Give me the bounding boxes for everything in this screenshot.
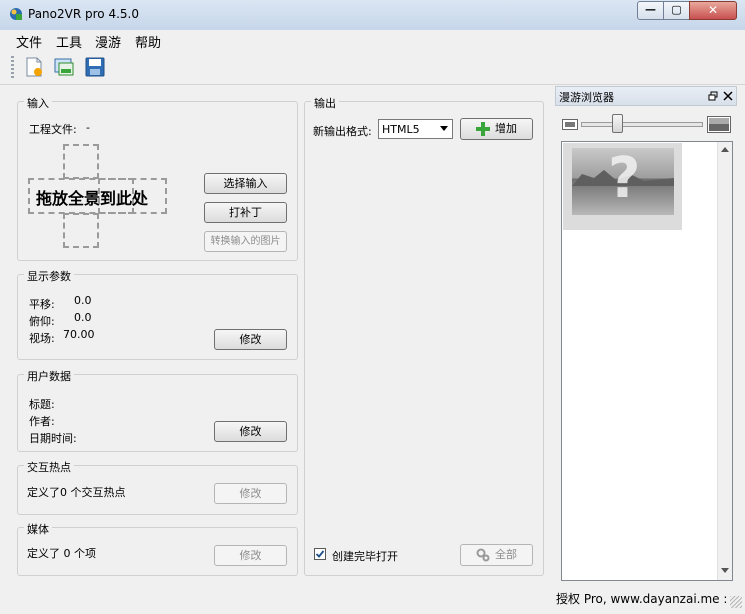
modify-display-button[interactable]: 修改 — [214, 329, 287, 350]
fov-label: 视场: — [29, 332, 55, 345]
modify-user-data-button[interactable]: 修改 — [214, 421, 287, 442]
media-title: 媒体 — [24, 521, 52, 537]
open-project-icon[interactable] — [53, 56, 75, 78]
new-project-icon[interactable] — [23, 56, 45, 78]
build-all-label: 全部 — [495, 548, 517, 561]
zoom-in-icon[interactable] — [707, 116, 731, 133]
author-label: 作者: — [29, 415, 55, 428]
close-panel-icon[interactable] — [723, 91, 733, 101]
pano-thumbnail[interactable]: ? — [563, 143, 682, 230]
select-input-button[interactable]: 选择输入 — [204, 173, 287, 194]
gears-icon — [476, 548, 490, 562]
input-group-title: 输入 — [24, 95, 52, 111]
modify-media-button[interactable]: 修改 — [214, 545, 287, 566]
save-icon[interactable] — [84, 56, 106, 78]
menu-bar: 文件 工具 漫游 帮助 — [0, 30, 745, 51]
toolbar-grip[interactable] — [11, 56, 14, 78]
user-data-title: 用户数据 — [24, 368, 74, 384]
slider-thumb[interactable] — [612, 114, 623, 133]
convert-input-button[interactable]: 转换输入的图片 — [204, 231, 287, 252]
license-status-text: 授权 Pro, www.dayanzai.me : — [556, 592, 728, 606]
window-title: Pano2VR pro 4.5.0 — [28, 7, 139, 21]
app-logo-icon — [10, 8, 22, 20]
chevron-down-icon — [440, 126, 448, 131]
thumbnail-size-slider[interactable] — [581, 122, 703, 127]
output-format-value: HTML5 — [382, 123, 420, 136]
unknown-pano-icon: ? — [608, 146, 641, 211]
tour-thumbnail-list[interactable]: ? — [561, 141, 733, 581]
output-format-select[interactable]: HTML5 — [378, 119, 453, 139]
add-output-label: 增加 — [495, 122, 517, 135]
open-after-create-label: 创建完毕打开 — [332, 550, 398, 563]
project-file-label: 工程文件: — [29, 123, 77, 136]
fov-value: 70.00 — [63, 328, 95, 341]
close-button[interactable]: ✕ — [689, 1, 737, 20]
patch-button[interactable]: 打补丁 — [204, 202, 287, 223]
scroll-up-icon[interactable] — [721, 146, 729, 152]
toolbar — [0, 50, 745, 85]
drop-zone[interactable]: 拖放全景到此处 — [28, 144, 169, 249]
output-title: 输出 — [311, 95, 339, 111]
pan-value: 0.0 — [74, 294, 92, 307]
tilt-label: 俯仰: — [29, 315, 55, 328]
maximize-icon: ▢ — [671, 3, 682, 16]
float-panel-icon[interactable] — [708, 91, 718, 101]
menu-file[interactable]: 文件 — [16, 32, 42, 51]
title-bar: Pano2VR pro 4.5.0 — ▢ ✕ — [0, 0, 745, 31]
project-file-value: - — [86, 121, 90, 134]
modify-hotspot-button[interactable]: 修改 — [214, 483, 287, 504]
tour-browser-header: 漫游浏览器 — [555, 86, 737, 106]
hotspot-title: 交互热点 — [24, 459, 74, 475]
resize-grip[interactable] — [730, 596, 742, 608]
status-bar: 授权 Pro, www.dayanzai.me : — [0, 586, 745, 614]
menu-tour[interactable]: 漫游 — [95, 32, 121, 51]
add-output-button[interactable]: 增加 — [460, 118, 533, 140]
vertical-scrollbar[interactable] — [717, 142, 732, 580]
minimize-icon: — — [645, 3, 656, 16]
maximize-button[interactable]: ▢ — [663, 1, 690, 20]
checkmark-icon — [315, 550, 325, 558]
output-group — [304, 101, 544, 576]
display-params-title: 显示参数 — [24, 268, 74, 284]
title-label: 标题: — [29, 398, 55, 411]
minimize-button[interactable]: — — [637, 1, 664, 20]
pan-label: 平移: — [29, 298, 55, 311]
plus-icon — [476, 122, 490, 136]
datetime-label: 日期时间: — [29, 432, 77, 445]
hotspot-count-text: 定义了0 个交互热点 — [27, 486, 126, 499]
drop-hint-text: 拖放全景到此处 — [36, 189, 149, 208]
output-format-label: 新输出格式: — [313, 125, 372, 138]
media-count-text: 定义了 0 个项 — [27, 547, 96, 560]
zoom-out-icon[interactable] — [562, 119, 578, 130]
build-all-button[interactable]: 全部 — [460, 544, 533, 566]
close-icon: ✕ — [707, 3, 719, 17]
open-after-create-checkbox[interactable] — [314, 548, 326, 560]
menu-tools[interactable]: 工具 — [56, 32, 82, 51]
tilt-value: 0.0 — [74, 311, 92, 324]
tour-browser-title: 漫游浏览器 — [559, 91, 614, 104]
pano-placeholder-image: ? — [572, 146, 674, 215]
scroll-down-icon[interactable] — [721, 568, 729, 574]
menu-help[interactable]: 帮助 — [135, 32, 161, 51]
